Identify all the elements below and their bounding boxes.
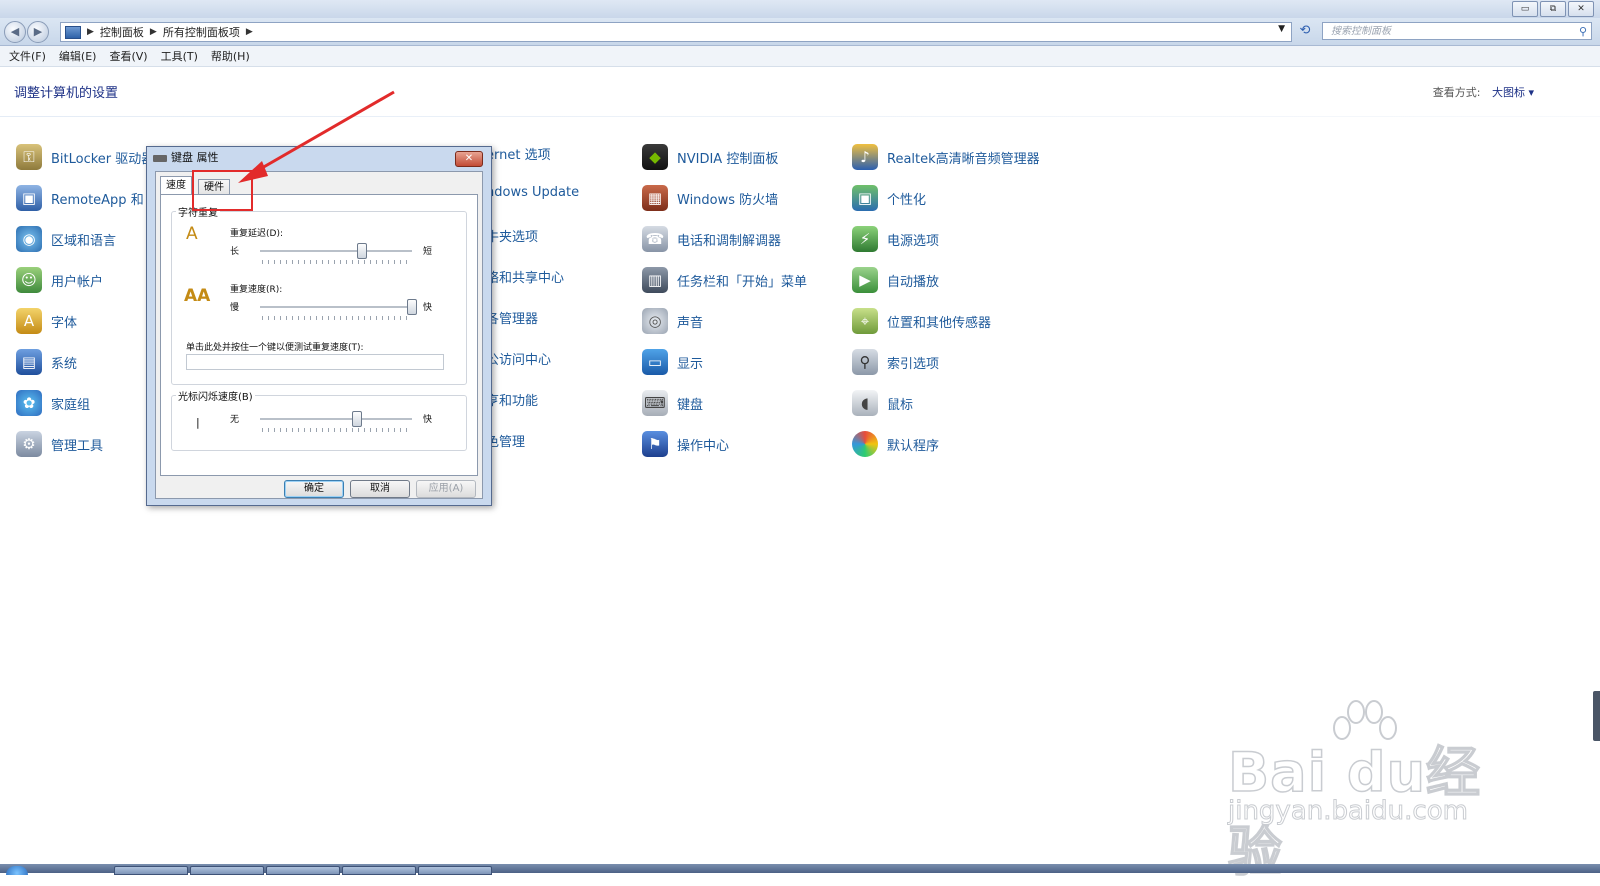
taskbar-button[interactable] xyxy=(342,866,416,875)
taskbar-button[interactable] xyxy=(114,866,188,875)
desktop-gadget-edge[interactable] xyxy=(1593,691,1600,741)
taskbar-button[interactable] xyxy=(190,866,264,875)
taskbar-button[interactable] xyxy=(418,866,492,875)
start-orb-icon[interactable] xyxy=(6,866,28,875)
taskbar-button[interactable] xyxy=(266,866,340,875)
annotation-arrow-shaft xyxy=(247,90,395,178)
annotation-arrow-head xyxy=(238,161,268,183)
watermark-url: jingyan.baidu.com xyxy=(1228,796,1469,827)
watermark: Bai du经验 jingyan.baidu.com xyxy=(1227,698,1528,884)
